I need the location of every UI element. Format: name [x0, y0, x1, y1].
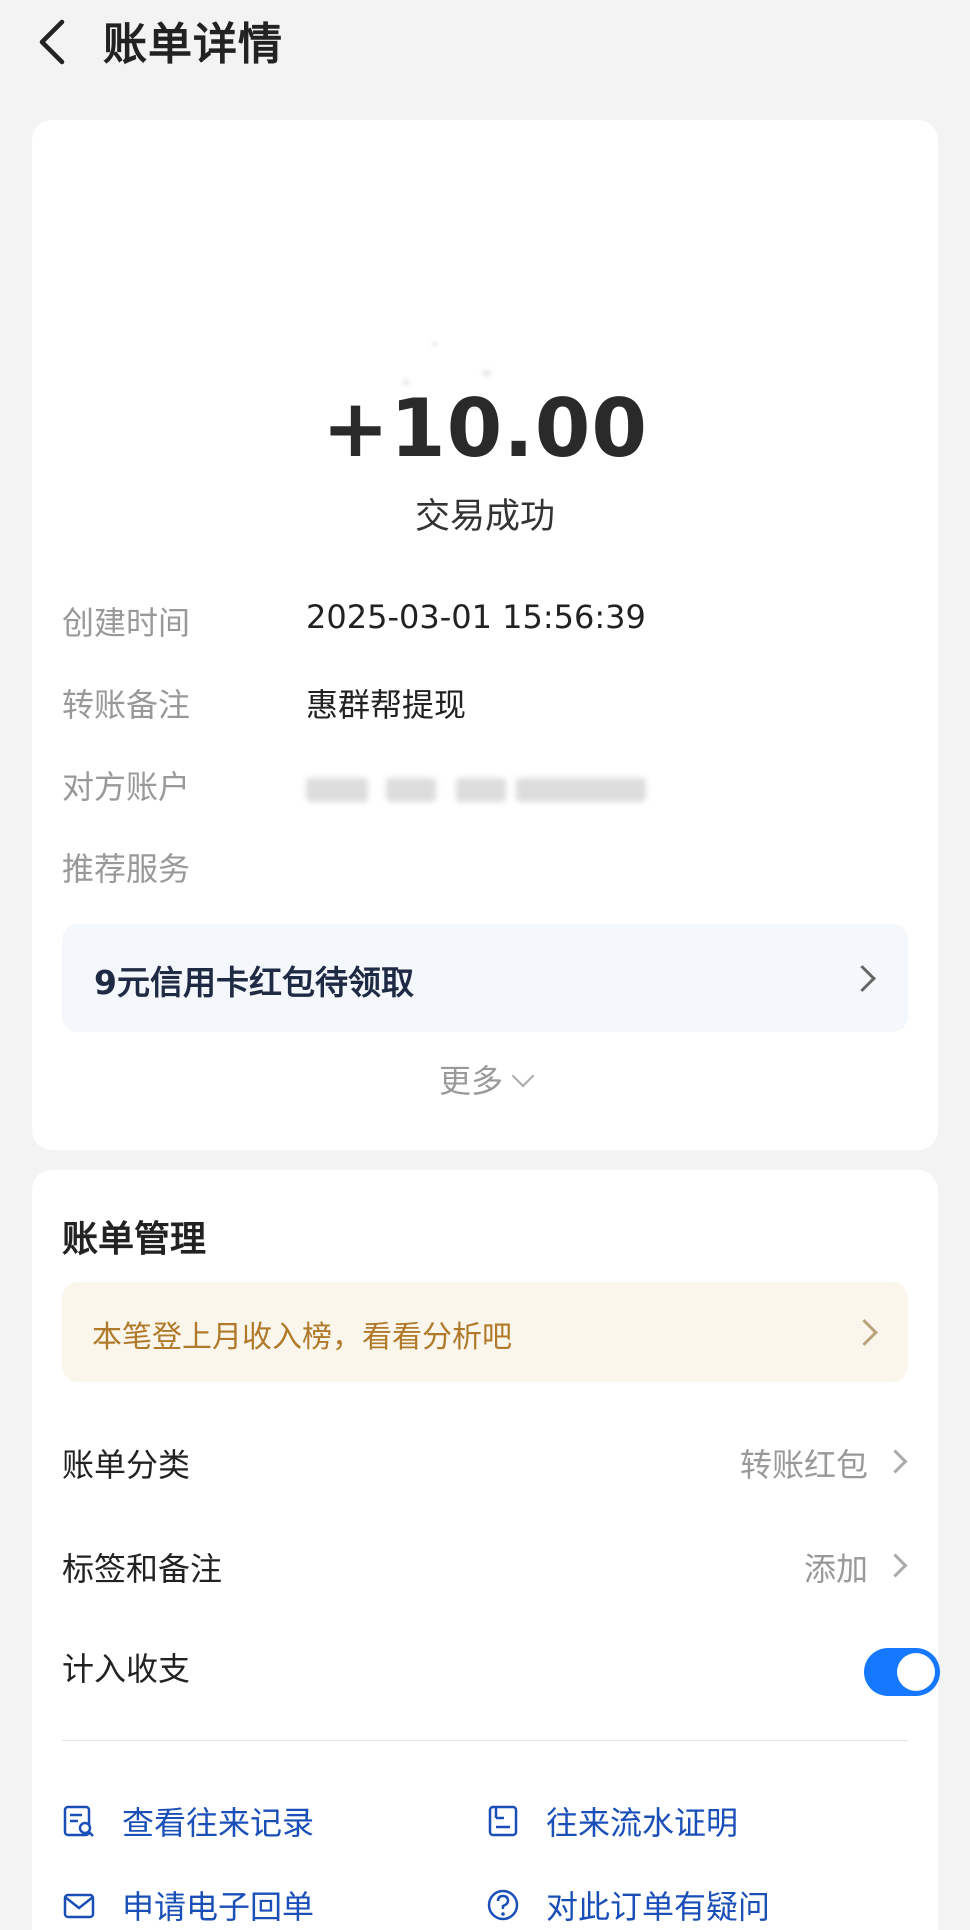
chevron-right-icon	[883, 1553, 908, 1578]
record-search-icon	[63, 1805, 94, 1837]
more-label: 更多	[438, 1062, 503, 1100]
amount: +10.00	[321, 382, 649, 475]
bill-management-card: 账单管理 本笔登上月收入榜，看看分析吧 账单分类 转账红包 标签和备注 添加 计…	[32, 1170, 938, 1930]
credit-card-promo[interactable]: 9元信用卡红包待领取	[62, 924, 908, 1032]
back-arrow-icon[interactable]	[30, 12, 80, 72]
counterparty-account-label: 对方账户	[62, 768, 191, 806]
chevron-right-icon	[851, 1319, 878, 1346]
section-title: 账单管理	[62, 1219, 207, 1260]
chevron-right-icon	[883, 1449, 908, 1474]
chevron-down-icon	[511, 1064, 535, 1088]
created-time-value: 2025-03-01 15:56:39	[306, 598, 646, 636]
tags-notes-label: 标签和备注	[62, 1550, 223, 1588]
view-history-link[interactable]: 查看往来记录	[122, 1798, 314, 1844]
income-ranking-notice[interactable]: 本笔登上月收入榜，看看分析吧	[62, 1282, 908, 1382]
tags-notes-value: 添加	[803, 1550, 868, 1588]
transaction-card: +10.00 交易成功 创建时间 2025-03-01 15:56:39 转账备…	[32, 120, 938, 1150]
include-income-expense-label: 计入收支	[62, 1650, 191, 1688]
transfer-note-value: 惠群帮提现	[306, 686, 467, 724]
notice-text: 本笔登上月收入榜，看看分析吧	[92, 1320, 512, 1355]
bill-category-value: 转账红包	[739, 1446, 868, 1484]
more-toggle[interactable]: 更多	[32, 1056, 938, 1102]
divider	[62, 1740, 908, 1741]
created-time-label: 创建时间	[62, 604, 191, 642]
counterparty-account-masked	[306, 768, 666, 812]
toggle-knob	[897, 1653, 935, 1691]
statement-doc-icon	[488, 1805, 518, 1837]
transaction-proof-link[interactable]: 往来流水证明	[546, 1798, 738, 1844]
e-receipt-link[interactable]: 申请电子回单	[122, 1882, 314, 1928]
top-bar: 账单详情	[0, 0, 970, 90]
chevron-right-icon	[849, 965, 876, 992]
status-text: 交易成功	[414, 497, 555, 537]
bill-category-label: 账单分类	[62, 1446, 191, 1484]
mail-icon	[63, 1893, 95, 1919]
page-title: 账单详情	[103, 19, 283, 70]
include-income-expense-toggle[interactable]	[864, 1648, 940, 1696]
transfer-note-label: 转账备注	[62, 686, 191, 724]
question-icon	[487, 1889, 519, 1921]
order-question-link[interactable]: 对此订单有疑问	[546, 1882, 770, 1928]
recommended-service-label: 推荐服务	[62, 850, 191, 888]
promo-text: 9元信用卡红包待领取	[94, 963, 414, 1002]
